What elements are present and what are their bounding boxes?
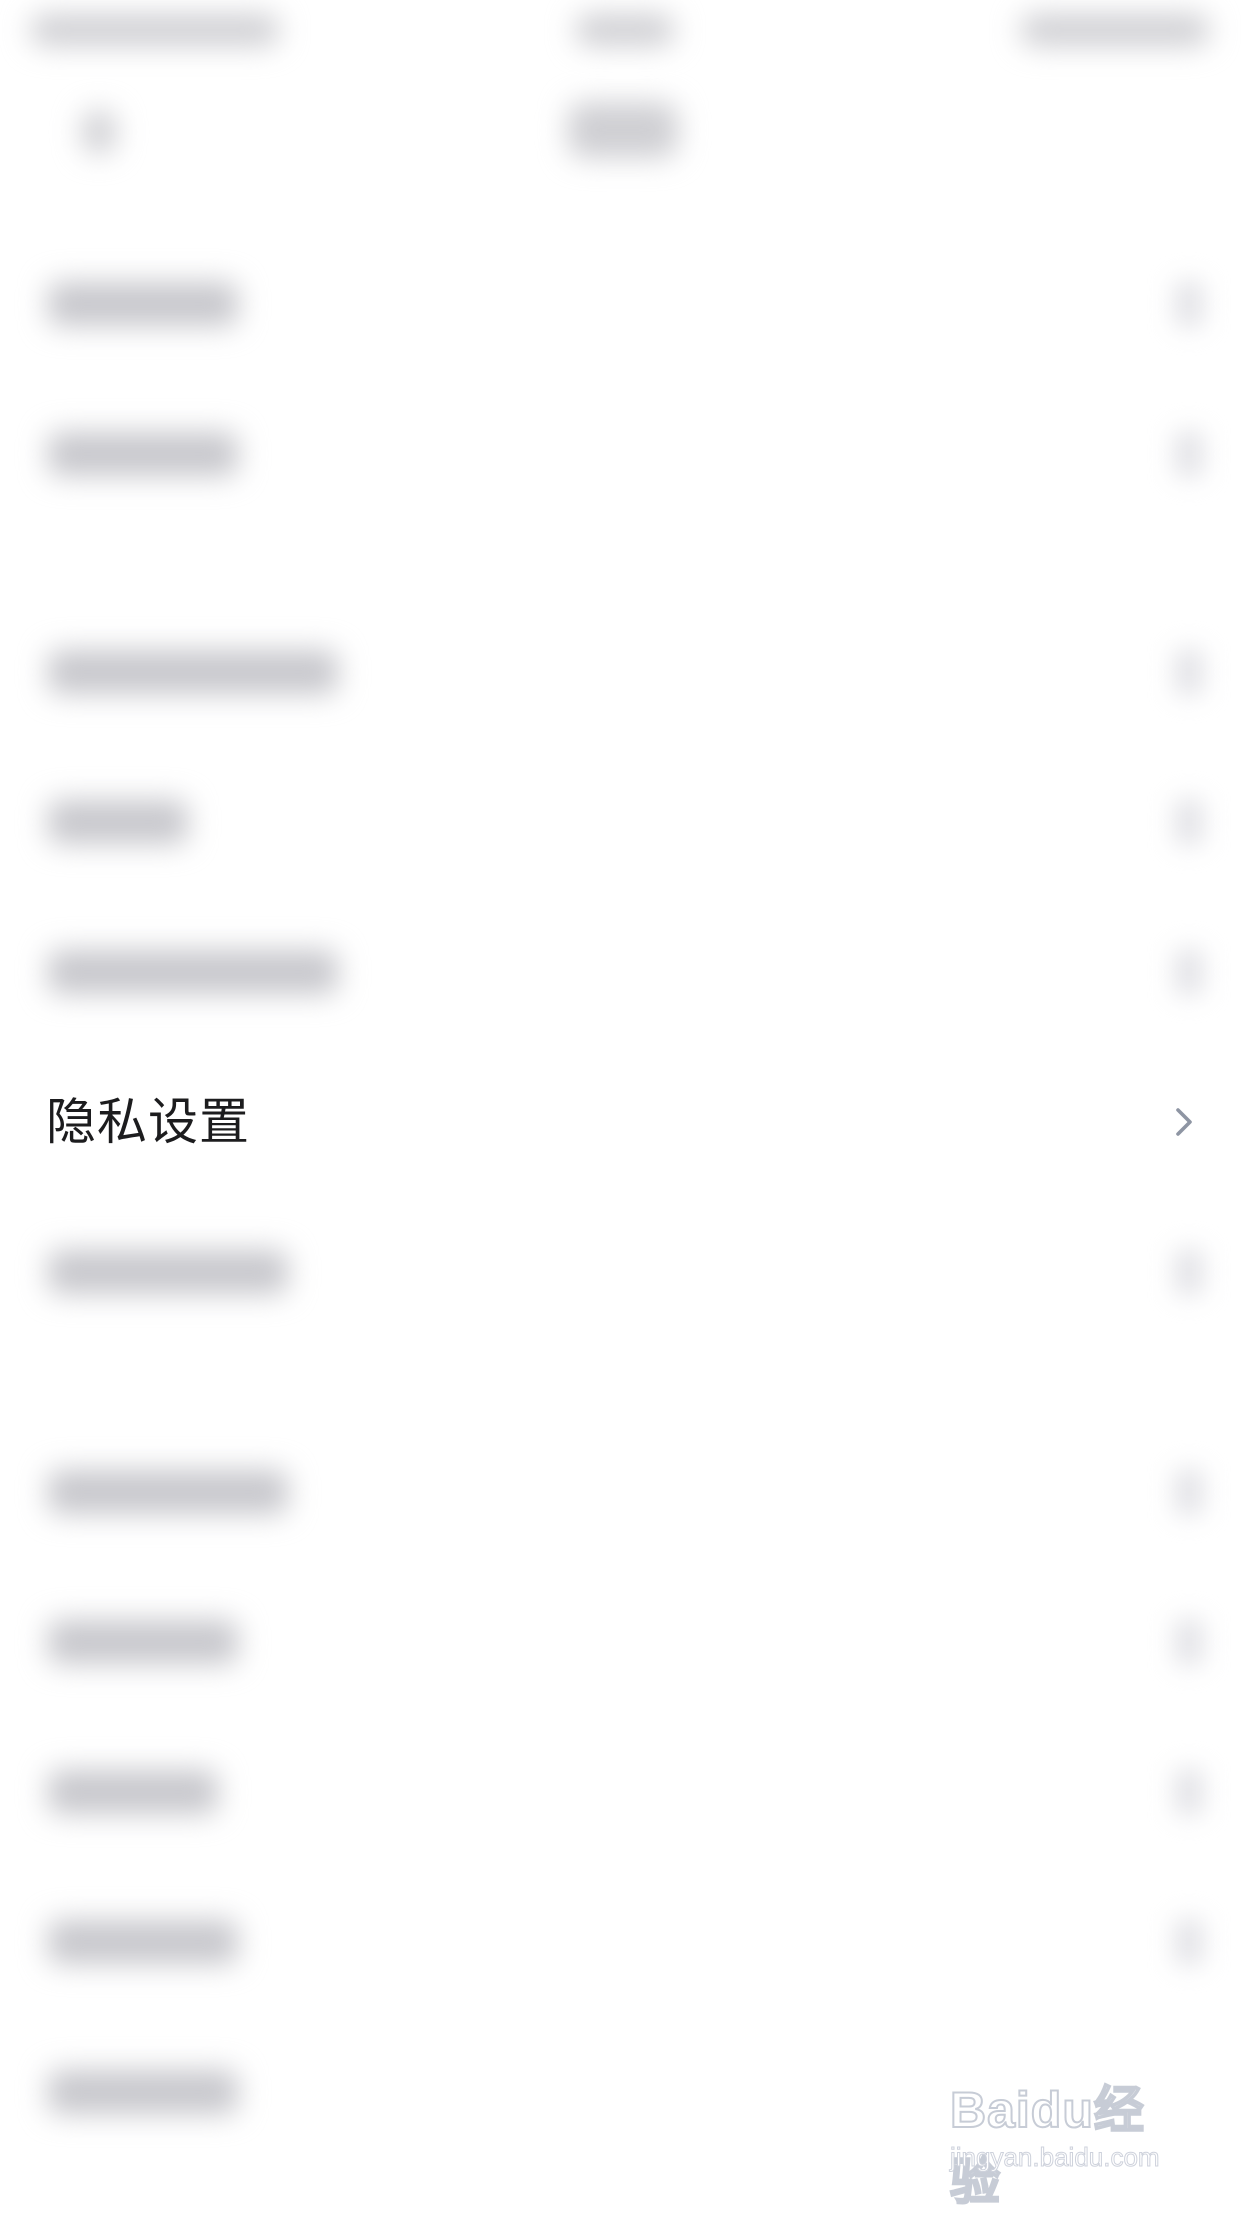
chevron-right-icon: [1174, 280, 1204, 328]
row-label-blur: [48, 2070, 238, 2114]
settings-row[interactable]: [0, 1718, 1242, 1866]
settings-list: 隐私设置: [0, 0, 1242, 2208]
chevron-right-icon: [1174, 798, 1204, 846]
baidu-watermark: Baidu经验 jingyan.baidu.com: [949, 2060, 1190, 2211]
settings-row[interactable]: [0, 898, 1242, 1046]
settings-row[interactable]: [0, 380, 1242, 528]
row-label-blur: [48, 1250, 288, 1294]
chevron-right-icon: [1174, 648, 1204, 696]
settings-row[interactable]: [0, 1198, 1242, 1346]
row-label-blur: [48, 950, 338, 994]
chevron-right-icon: [1174, 1768, 1204, 1816]
settings-row[interactable]: [0, 748, 1242, 896]
privacy-settings-row[interactable]: 隐私设置: [0, 1048, 1242, 1196]
settings-row[interactable]: [0, 598, 1242, 746]
settings-row[interactable]: [0, 230, 1242, 378]
row-label-blur: [48, 650, 338, 694]
chevron-right-icon: [1174, 1248, 1204, 1296]
row-label-blur: [48, 432, 238, 476]
row-label-blur: [48, 1770, 218, 1814]
row-label-blur: [48, 800, 188, 844]
row-label-blur: [48, 1920, 238, 1964]
chevron-right-icon: [1174, 1918, 1204, 1966]
settings-row[interactable]: [0, 1568, 1242, 1716]
chevron-right-icon: [1176, 1108, 1192, 1136]
chevron-right-icon: [1174, 1468, 1204, 1516]
chevron-right-icon: [1174, 1618, 1204, 1666]
settings-row[interactable]: [0, 1868, 1242, 2016]
privacy-settings-label: 隐私设置: [46, 1093, 250, 1151]
row-label-blur: [48, 1470, 288, 1514]
row-label-blur: [48, 282, 238, 326]
chevron-right-icon: [1174, 948, 1204, 996]
watermark-url: jingyan.baidu.com: [950, 2142, 1161, 2173]
settings-row[interactable]: [0, 1418, 1242, 1566]
row-label-blur: [48, 1620, 238, 1664]
chevron-right-icon: [1174, 430, 1204, 478]
